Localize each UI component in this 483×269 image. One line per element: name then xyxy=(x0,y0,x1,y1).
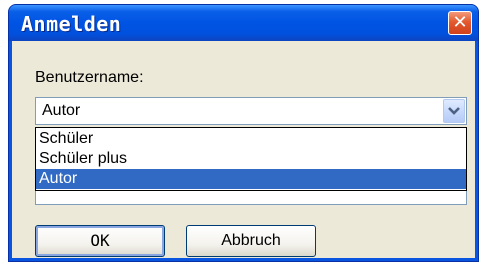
hidden-field-edge xyxy=(35,191,467,205)
dialog-body: Benutzername: Autor Schüler Schüler plus… xyxy=(12,41,475,258)
dialog-title: Anmelden xyxy=(21,12,122,36)
login-dialog: Anmelden ✕ Benutzername: Autor Schüler S… xyxy=(8,4,479,262)
title-bar[interactable]: Anmelden ✕ xyxy=(9,5,478,41)
username-dropdown-list: Schüler Schüler plus Autor xyxy=(35,127,467,191)
dropdown-option-schueler[interactable]: Schüler xyxy=(36,129,466,149)
ok-button[interactable]: OK xyxy=(35,225,165,257)
chevron-down-icon xyxy=(448,107,460,115)
username-selected-value: Autor xyxy=(42,102,81,119)
dropdown-option-autor[interactable]: Autor xyxy=(36,169,466,189)
username-combobox[interactable]: Autor xyxy=(35,97,467,125)
close-icon: ✕ xyxy=(452,12,468,33)
username-label: Benutzername: xyxy=(35,69,144,86)
close-button[interactable]: ✕ xyxy=(448,11,472,35)
dropdown-arrow-button[interactable] xyxy=(443,99,465,123)
dropdown-option-schueler-plus[interactable]: Schüler plus xyxy=(36,149,466,169)
cancel-button[interactable]: Abbruch xyxy=(186,225,316,257)
